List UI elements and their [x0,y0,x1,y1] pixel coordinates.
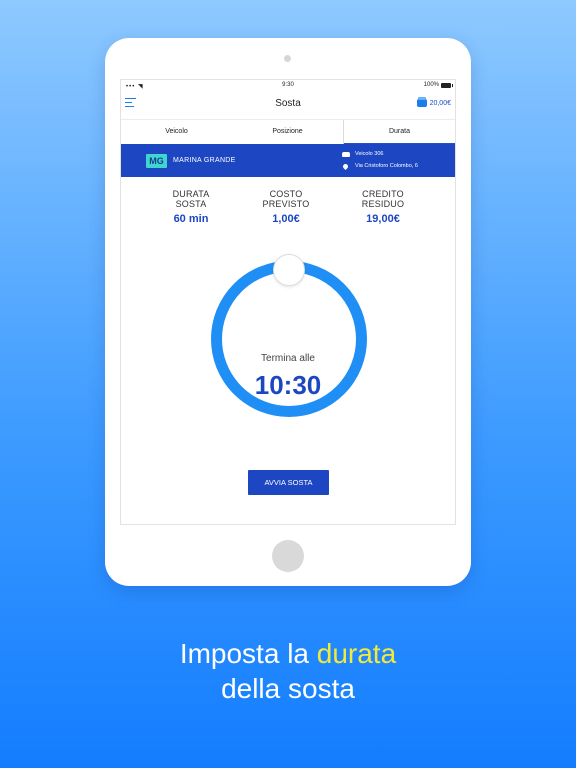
zone-name: MARINA GRANDE [173,157,236,164]
app-screen: ••• ◥ 9:30 100% Sosta 20,00€ Veicolo Pos… [120,79,456,525]
stat-credit-value: 19,00€ [366,213,400,225]
home-button [272,540,304,572]
battery-icon [441,82,453,88]
stat-cost-label2: PREVISTO [262,199,310,209]
stat-credit-label2: RESIDUO [361,199,405,209]
tablet-frame: ••• ◥ 9:30 100% Sosta 20,00€ Veicolo Pos… [105,38,471,586]
page-title: Sosta [275,98,301,109]
stat-duration: DURATA SOSTA 60 min [151,189,231,225]
address-line: Via Cristoforo Colombo, 6 [341,162,418,170]
vehicle-line: Veicolo 306 [342,151,383,157]
battery-status: 100% [423,82,453,88]
wallet-button[interactable]: 20,00€ [416,97,451,107]
battery-percent: 100% [423,82,439,88]
zone-badge: MG [146,154,167,168]
location-pin-icon [341,162,350,170]
stat-credit: CREDITO RESIDUO 19,00€ [343,189,423,225]
wallet-icon [416,97,427,107]
caption-line-2: della sosta [221,673,355,704]
address-text: Via Cristoforo Colombo, 6 [355,163,418,169]
stat-duration-label1: DURATA [172,189,210,199]
tab-durata[interactable]: Durata [343,120,455,145]
zone-info-bar: MG MARINA GRANDE Veicolo 306 Via Cristof… [121,144,455,177]
duration-dial-handle[interactable] [273,254,305,286]
stat-credit-label1: CREDITO [362,189,404,199]
stat-cost: COSTO PREVISTO 1,00€ [246,189,326,225]
stat-duration-label2: SOSTA [175,199,207,209]
tab-veicolo[interactable]: Veicolo [121,120,232,145]
caption-highlight: durata [316,638,397,669]
caption-prefix: Imposta la [179,638,317,669]
vehicle-name: Veicolo 306 [355,151,384,157]
status-time: 9:30 [282,82,294,88]
nav-bar: Sosta 20,00€ [121,93,455,117]
stat-cost-value: 1,00€ [272,213,300,225]
tab-bar: Veicolo Posizione Durata [121,119,455,145]
start-parking-button[interactable]: AVVIA SOSTA [248,470,329,495]
stat-duration-value: 60 min [173,213,209,225]
wallet-balance: 20,00€ [429,99,451,107]
stat-cost-label1: COSTO [269,189,303,199]
status-bar: ••• ◥ 9:30 100% [121,80,455,92]
tab-posizione[interactable]: Posizione [232,120,343,145]
end-time-value: 10:30 [254,370,322,400]
car-icon [342,151,350,157]
end-time-label: Termina alle [261,353,315,364]
caption-line-1: Imposta la durata [0,637,576,671]
front-camera [284,55,291,62]
